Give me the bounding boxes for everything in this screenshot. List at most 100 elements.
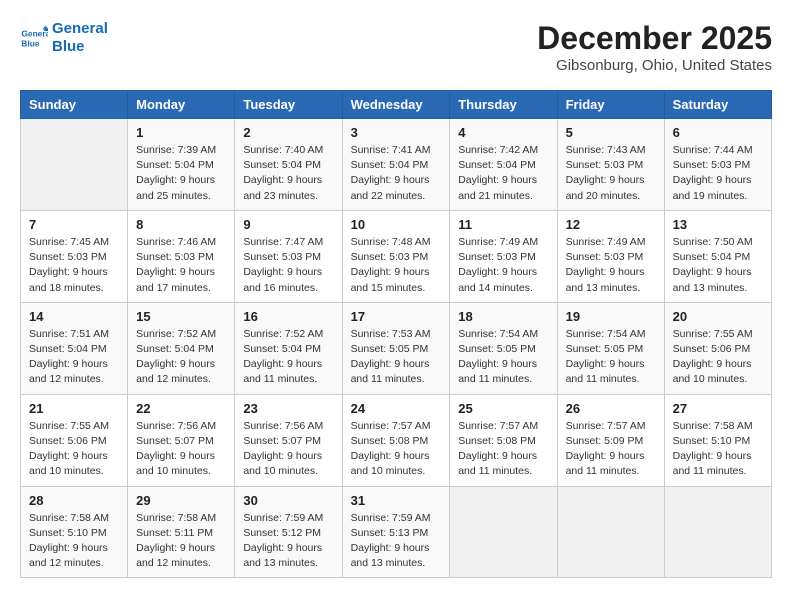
calendar-cell: 22Sunrise: 7:56 AM Sunset: 5:07 PM Dayli…	[128, 394, 235, 486]
weekday-header: Friday	[557, 91, 664, 119]
calendar-cell	[557, 486, 664, 578]
calendar-cell: 10 Sunrise: 7:48 AM Sunset: 5:03 PM Dayli…	[342, 210, 450, 302]
day-number: 26	[566, 401, 656, 416]
day-info: Sunrise: 7:55 AM Sunset: 5:06 PM Dayligh…	[673, 327, 763, 388]
calendar-cell: 24 Sunrise: 7:57 AM Sunset: 5:08 PM Dayli…	[342, 394, 450, 486]
calendar-cell: 15 Sunrise: 7:52 AM Sunset: 5:04 PM Dayli…	[128, 302, 235, 394]
day-number: 21	[29, 401, 119, 416]
day-number: 23	[243, 401, 333, 416]
calendar-cell: 14 Sunrise: 7:51 AM Sunset: 5:04 PM Dayli…	[21, 302, 128, 394]
calendar-cell: 25Sunrise: 7:57 AM Sunset: 5:08 PM Dayli…	[450, 394, 557, 486]
calendar-cell: 19Sunrise: 7:54 AM Sunset: 5:05 PM Dayli…	[557, 302, 664, 394]
day-info: Sunrise: 7:44 AM Sunset: 5:03 PM Dayligh…	[673, 143, 763, 204]
day-info: Sunrise: 7:54 AM Sunset: 5:05 PM Dayligh…	[458, 327, 548, 388]
svg-text:General: General	[21, 29, 48, 39]
calendar-cell	[21, 119, 128, 211]
day-info: Sunrise: 7:56 AM Sunset: 5:07 PM Dayligh…	[136, 419, 226, 480]
day-info: Sunrise: 7:40 AM Sunset: 5:04 PM Dayligh…	[243, 143, 333, 204]
day-number: 8	[136, 217, 226, 232]
day-info: Sunrise: 7:57 AM Sunset: 5:08 PM Dayligh…	[351, 419, 442, 480]
calendar-cell: 29 Sunrise: 7:58 AM Sunset: 5:11 PM Dayli…	[128, 486, 235, 578]
day-info: Sunrise: 7:52 AM Sunset: 5:04 PM Dayligh…	[136, 327, 226, 388]
day-info: Sunrise: 7:51 AM Sunset: 5:04 PM Dayligh…	[29, 327, 119, 388]
day-info: Sunrise: 7:58 AM Sunset: 5:10 PM Dayligh…	[673, 419, 763, 480]
calendar-cell: 9Sunrise: 7:47 AM Sunset: 5:03 PM Daylig…	[235, 210, 342, 302]
weekday-header: Tuesday	[235, 91, 342, 119]
calendar-cell: 30 Sunrise: 7:59 AM Sunset: 5:12 PM Dayli…	[235, 486, 342, 578]
calendar-cell: 4Sunrise: 7:42 AM Sunset: 5:04 PM Daylig…	[450, 119, 557, 211]
day-number: 5	[566, 125, 656, 140]
day-number: 7	[29, 217, 119, 232]
weekday-header: Sunday	[21, 91, 128, 119]
calendar-cell: 20 Sunrise: 7:55 AM Sunset: 5:06 PM Dayli…	[664, 302, 771, 394]
day-number: 17	[351, 309, 442, 324]
calendar-cell: 18 Sunrise: 7:54 AM Sunset: 5:05 PM Dayli…	[450, 302, 557, 394]
day-number: 6	[673, 125, 763, 140]
day-number: 1	[136, 125, 226, 140]
day-number: 30	[243, 493, 333, 508]
day-info: Sunrise: 7:57 AM Sunset: 5:09 PM Dayligh…	[566, 419, 656, 480]
calendar-table: SundayMondayTuesdayWednesdayThursdayFrid…	[20, 90, 772, 578]
day-info: Sunrise: 7:49 AM Sunset: 5:03 PM Dayligh…	[458, 235, 548, 296]
logo-text-line2: Blue	[52, 38, 108, 56]
day-number: 3	[351, 125, 442, 140]
day-number: 27	[673, 401, 763, 416]
calendar-cell: 8Sunrise: 7:46 AM Sunset: 5:03 PM Daylig…	[128, 210, 235, 302]
day-info: Sunrise: 7:59 AM Sunset: 5:13 PM Dayligh…	[351, 511, 442, 572]
day-number: 14	[29, 309, 119, 324]
day-number: 31	[351, 493, 442, 508]
day-number: 2	[243, 125, 333, 140]
day-number: 20	[673, 309, 763, 324]
day-info: Sunrise: 7:58 AM Sunset: 5:10 PM Dayligh…	[29, 511, 119, 572]
day-number: 11	[458, 217, 548, 232]
day-info: Sunrise: 7:58 AM Sunset: 5:11 PM Dayligh…	[136, 511, 226, 572]
calendar-cell: 5Sunrise: 7:43 AM Sunset: 5:03 PM Daylig…	[557, 119, 664, 211]
calendar-cell: 3 Sunrise: 7:41 AM Sunset: 5:04 PM Daylig…	[342, 119, 450, 211]
day-info: Sunrise: 7:48 AM Sunset: 5:03 PM Dayligh…	[351, 235, 442, 296]
day-info: Sunrise: 7:42 AM Sunset: 5:04 PM Dayligh…	[458, 143, 548, 204]
weekday-header: Monday	[128, 91, 235, 119]
day-info: Sunrise: 7:49 AM Sunset: 5:03 PM Dayligh…	[566, 235, 656, 296]
calendar-cell: 27 Sunrise: 7:58 AM Sunset: 5:10 PM Dayli…	[664, 394, 771, 486]
calendar-cell	[664, 486, 771, 578]
calendar-cell: 17 Sunrise: 7:53 AM Sunset: 5:05 PM Dayli…	[342, 302, 450, 394]
calendar-cell: 11 Sunrise: 7:49 AM Sunset: 5:03 PM Dayli…	[450, 210, 557, 302]
calendar-cell: 6 Sunrise: 7:44 AM Sunset: 5:03 PM Daylig…	[664, 119, 771, 211]
day-info: Sunrise: 7:54 AM Sunset: 5:05 PM Dayligh…	[566, 327, 656, 388]
title-block: December 2025 Gibsonburg, Ohio, United S…	[537, 20, 772, 74]
day-info: Sunrise: 7:53 AM Sunset: 5:05 PM Dayligh…	[351, 327, 442, 388]
calendar-cell: 28Sunrise: 7:58 AM Sunset: 5:10 PM Dayli…	[21, 486, 128, 578]
day-number: 10	[351, 217, 442, 232]
day-info: Sunrise: 7:52 AM Sunset: 5:04 PM Dayligh…	[243, 327, 333, 388]
day-info: Sunrise: 7:55 AM Sunset: 5:06 PM Dayligh…	[29, 419, 119, 480]
calendar-cell: 1Sunrise: 7:39 AM Sunset: 5:04 PM Daylig…	[128, 119, 235, 211]
day-number: 24	[351, 401, 442, 416]
calendar-cell: 12 Sunrise: 7:49 AM Sunset: 5:03 PM Dayli…	[557, 210, 664, 302]
weekday-header: Saturday	[664, 91, 771, 119]
calendar-cell: 16Sunrise: 7:52 AM Sunset: 5:04 PM Dayli…	[235, 302, 342, 394]
day-number: 29	[136, 493, 226, 508]
calendar-cell	[450, 486, 557, 578]
day-info: Sunrise: 7:41 AM Sunset: 5:04 PM Dayligh…	[351, 143, 442, 204]
day-number: 15	[136, 309, 226, 324]
calendar-cell: 23 Sunrise: 7:56 AM Sunset: 5:07 PM Dayli…	[235, 394, 342, 486]
day-info: Sunrise: 7:59 AM Sunset: 5:12 PM Dayligh…	[243, 511, 333, 572]
calendar-cell: 2 Sunrise: 7:40 AM Sunset: 5:04 PM Daylig…	[235, 119, 342, 211]
calendar-cell: 31 Sunrise: 7:59 AM Sunset: 5:13 PM Dayli…	[342, 486, 450, 578]
day-info: Sunrise: 7:50 AM Sunset: 5:04 PM Dayligh…	[673, 235, 763, 296]
day-number: 12	[566, 217, 656, 232]
day-number: 25	[458, 401, 548, 416]
logo-text-line1: General	[52, 20, 108, 38]
calendar-cell: 7 Sunrise: 7:45 AM Sunset: 5:03 PM Daylig…	[21, 210, 128, 302]
weekday-header: Thursday	[450, 91, 557, 119]
calendar-cell: 13Sunrise: 7:50 AM Sunset: 5:04 PM Dayli…	[664, 210, 771, 302]
day-number: 9	[243, 217, 333, 232]
day-info: Sunrise: 7:45 AM Sunset: 5:03 PM Dayligh…	[29, 235, 119, 296]
page-header: General Blue General Blue December 2025 …	[20, 20, 772, 74]
logo-icon: General Blue	[20, 24, 48, 52]
svg-text:Blue: Blue	[21, 38, 39, 48]
calendar-cell: 21 Sunrise: 7:55 AM Sunset: 5:06 PM Dayli…	[21, 394, 128, 486]
weekday-header: Wednesday	[342, 91, 450, 119]
day-number: 18	[458, 309, 548, 324]
day-info: Sunrise: 7:56 AM Sunset: 5:07 PM Dayligh…	[243, 419, 333, 480]
